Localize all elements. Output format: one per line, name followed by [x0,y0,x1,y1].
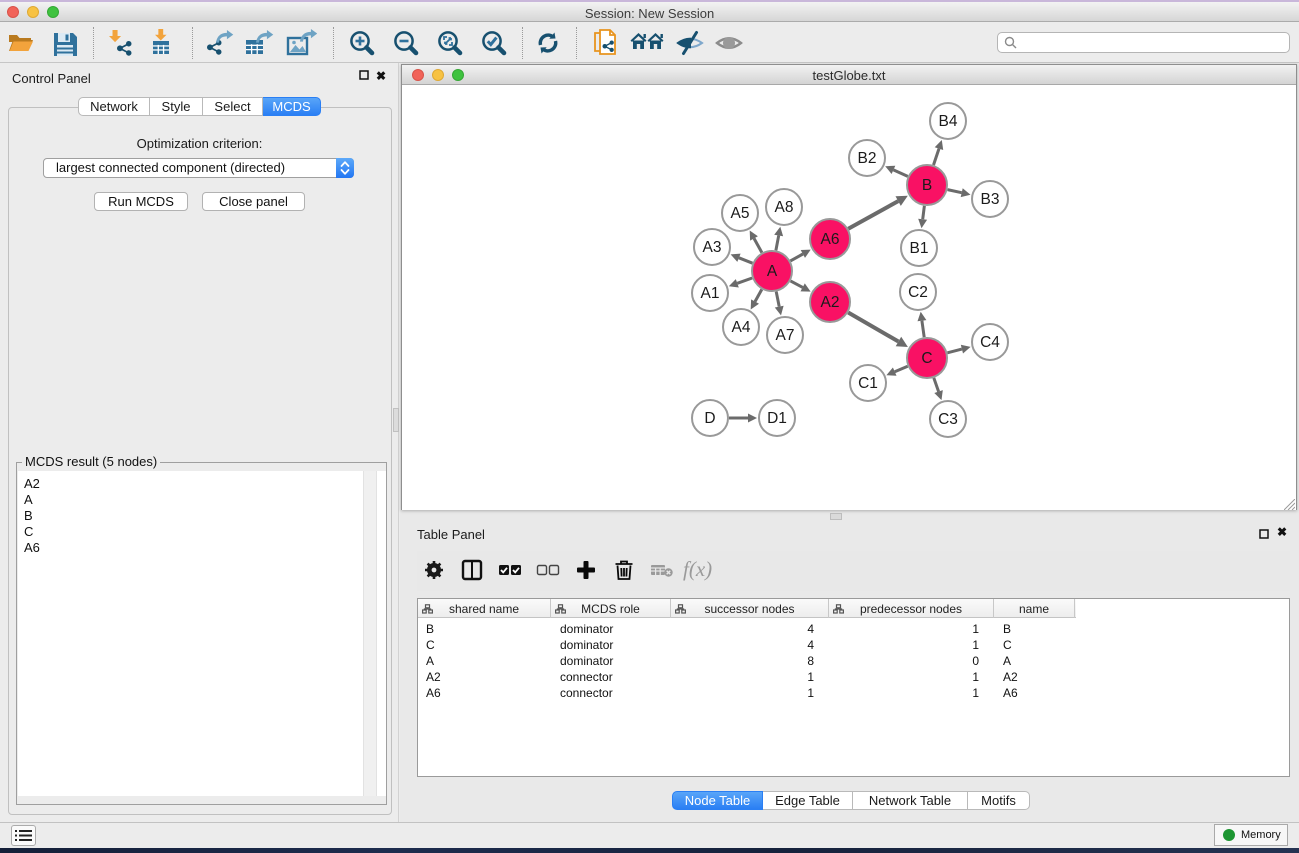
svg-text:C: C [921,350,932,367]
svg-text:A5: A5 [731,205,750,222]
svg-text:D1: D1 [767,410,787,427]
svg-text:C3: C3 [938,411,958,428]
svg-text:C1: C1 [858,375,878,392]
svg-text:A8: A8 [775,199,794,216]
svg-text:A7: A7 [776,327,795,344]
svg-text:B3: B3 [981,191,1000,208]
svg-text:A3: A3 [703,239,722,256]
svg-text:B1: B1 [910,240,929,257]
svg-text:B4: B4 [939,113,958,130]
svg-text:A: A [767,263,778,280]
svg-text:C2: C2 [908,284,928,301]
svg-text:B: B [922,177,932,194]
svg-text:A4: A4 [732,319,751,336]
svg-text:A2: A2 [821,294,840,311]
svg-text:C4: C4 [980,334,1000,351]
svg-text:A1: A1 [701,285,720,302]
svg-text:A6: A6 [821,231,840,248]
svg-text:D: D [704,410,715,427]
svg-text:B2: B2 [858,150,877,167]
